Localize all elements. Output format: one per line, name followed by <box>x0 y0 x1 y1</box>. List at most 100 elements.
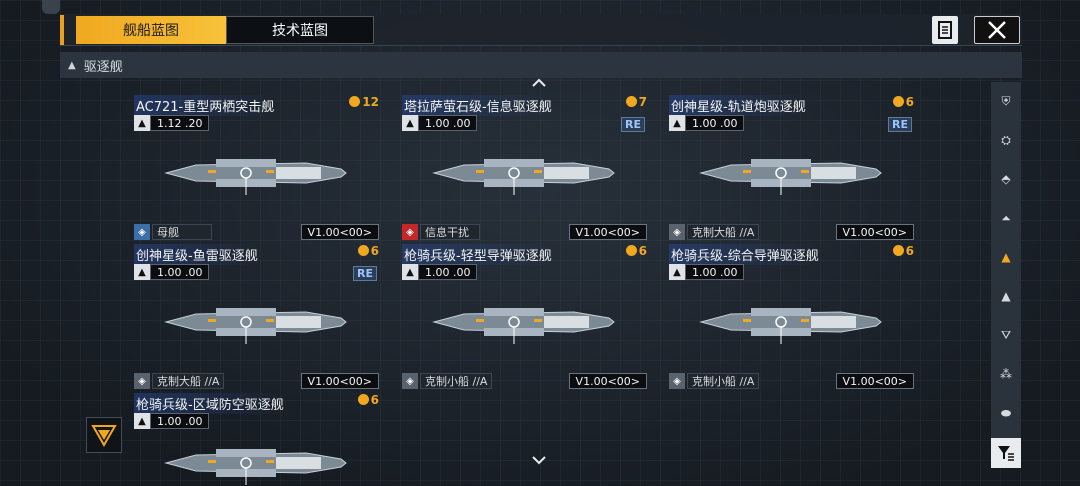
fighter-class-icon[interactable]: ⛛ <box>991 316 1021 354</box>
globe-icon: ▲ <box>134 115 150 131</box>
trait-icon: ◈ <box>134 373 150 389</box>
trait-label: 克制小船 //A <box>687 373 760 389</box>
top-notch <box>42 0 60 14</box>
ship-name: 枪骑兵级-轻型导弹驱逐舰 <box>402 244 554 265</box>
missile-icon: ▲ <box>402 264 418 280</box>
cost-value: 6 <box>370 244 379 258</box>
cost-value: 6 <box>905 244 914 258</box>
ship-card[interactable]: 枪骑兵级-区域防空驱逐舰 6 ▲ 1.00 .00 <box>134 393 379 485</box>
ship-stat: ▲ 1.12 .20 <box>134 115 210 131</box>
re-badge: RE <box>353 266 377 281</box>
cost-icon <box>625 96 637 107</box>
ship-cost: 6 <box>357 393 379 407</box>
battlecruiser-class-icon[interactable]: ⛭ <box>991 121 1021 159</box>
tab-tech-blueprints[interactable]: 技术蓝图 <box>226 16 374 44</box>
ship-class-icon: ▲ <box>402 115 418 131</box>
stat-value: 1.12 .20 <box>150 115 210 131</box>
cost-icon <box>625 245 637 256</box>
carrier-class-icon[interactable]: ⛨ <box>991 82 1021 120</box>
filter-button[interactable] <box>991 438 1021 468</box>
ship-card[interactable]: 枪骑兵级-综合导弹驱逐舰 6 ▲ 1.00 .00 ◈ 克制小船 //A V1.00<00… <box>669 244 914 389</box>
ship-cost: 6 <box>357 244 379 258</box>
cost-icon <box>892 245 904 256</box>
cannon-icon: ▲ <box>669 115 685 131</box>
cost-icon <box>357 245 369 256</box>
ship-stat: ▲ 1.00 .00 <box>669 264 745 280</box>
cruiser-class-icon[interactable]: ⬘ <box>991 160 1021 198</box>
ship-card[interactable]: 枪骑兵级-轻型导弹驱逐舰 6 ▲ 1.00 .00 ◈ 克制小船 //A V1.00<00… <box>402 244 647 389</box>
section-header[interactable]: ▲ 驱逐舰 <box>60 52 1022 78</box>
fleet-emblem-button[interactable] <box>86 417 122 453</box>
trait-icon: ◈ <box>669 373 685 389</box>
ship-card[interactable]: 创神星级-鱼雷驱逐舰 6 ▲ 1.00 .00 RE ◈ 克制大船 //A V1.00<00… <box>134 244 379 389</box>
ship-card[interactable]: 创神星级-轨道炮驱逐舰 6 ▲ 1.00 .00 RE ◈ 克制大船 //A V1.00<0… <box>669 95 914 240</box>
ship-version: V1.00<00> <box>568 373 647 389</box>
ship-stat: ▲ 1.00 .00 <box>402 115 478 131</box>
tab-ship-blueprints[interactable]: 舰船蓝图 <box>76 16 226 44</box>
ship-cost: 12 <box>349 95 379 109</box>
torpedo-icon: ▲ <box>134 264 150 280</box>
cost-icon <box>892 96 904 107</box>
cost-icon <box>349 96 361 107</box>
ship-trait: ◈ 信息干扰 <box>402 224 480 240</box>
frigate-class-icon[interactable]: ⏶ <box>991 199 1021 237</box>
ship-version: V1.00<00> <box>835 224 914 240</box>
re-badge: RE <box>888 117 912 132</box>
emblem-icon <box>91 425 117 447</box>
ship-version: V1.00<00> <box>300 373 379 389</box>
ship-image <box>432 159 615 195</box>
cost-value: 6 <box>638 244 647 258</box>
document-button[interactable] <box>932 16 958 44</box>
cost-value: 6 <box>905 95 914 109</box>
trait-label: 信息干扰 <box>420 224 480 240</box>
ship-stat: ▲ 1.00 .00 <box>669 115 745 131</box>
ship-image <box>699 308 882 344</box>
trait-label: 克制大船 //A <box>152 373 225 389</box>
ship-image <box>164 159 347 195</box>
trait-icon: ◈ <box>402 224 418 240</box>
ship-cost: 6 <box>892 244 914 258</box>
ship-image <box>699 159 882 195</box>
ship-card[interactable]: 塔拉萨萤石级-信息驱逐舰 7 ▲ 1.00 .00 RE ◈ 信息干扰 V1.00<00> <box>402 95 647 240</box>
cost-value: 7 <box>638 95 647 109</box>
ship-card[interactable]: AC721-重型两栖突击舰 12 ▲ 1.12 .20 ◈ 母舰 V1.00<00> <box>134 95 379 240</box>
ship-stat: ▲ 1.00 .00 <box>402 264 478 280</box>
ship-version: V1.00<00> <box>300 224 379 240</box>
missile-icon: ▲ <box>669 264 685 280</box>
ship-name: 创神星级-鱼雷驱逐舰 <box>134 244 260 265</box>
ship-version: V1.00<00> <box>568 224 647 240</box>
trait-icon: ◈ <box>134 224 150 240</box>
tab-marker <box>60 15 64 45</box>
ship-name: 枪骑兵级-综合导弹驱逐舰 <box>669 244 821 265</box>
corvette-class-icon[interactable]: ▲ <box>991 277 1021 315</box>
cost-icon <box>357 394 369 405</box>
ship-stat: ▲ 1.00 .00 <box>134 413 210 429</box>
ship-name: AC721-重型两栖突击舰 <box>134 95 277 116</box>
ship-name: 枪骑兵级-区域防空驱逐舰 <box>134 393 286 414</box>
close-icon <box>988 21 1006 39</box>
cost-value: 12 <box>362 95 379 109</box>
chevron-up-icon[interactable] <box>531 76 547 92</box>
ship-cost: 7 <box>625 95 647 109</box>
ship-trait: ◈ 克制小船 //A <box>402 373 493 389</box>
destroyer-class-icon[interactable]: ▲ <box>991 238 1021 276</box>
chevron-down-icon[interactable] <box>531 453 547 469</box>
stat-value: 1.00 .00 <box>685 115 745 131</box>
document-icon <box>938 21 952 39</box>
missile-icon: ▲ <box>134 413 150 429</box>
formation-icon[interactable]: ⁂ <box>991 355 1021 393</box>
stat-value: 1.00 .00 <box>685 264 745 280</box>
ship-image <box>432 308 615 344</box>
stat-value: 1.00 .00 <box>150 413 210 429</box>
stat-value: 1.00 .00 <box>150 264 210 280</box>
cost-value: 6 <box>370 393 379 407</box>
ship-name: 创神星级-轨道炮驱逐舰 <box>669 95 808 116</box>
trait-icon: ◈ <box>402 373 418 389</box>
trait-label: 克制小船 //A <box>420 373 493 389</box>
trait-icon: ◈ <box>669 224 685 240</box>
filter-icon <box>998 446 1014 461</box>
base-icon[interactable]: ⬬ <box>991 394 1021 432</box>
close-button[interactable] <box>974 16 1020 44</box>
ship-trait: ◈ 克制大船 //A <box>134 373 225 389</box>
ship-stat: ▲ 1.00 .00 <box>134 264 210 280</box>
